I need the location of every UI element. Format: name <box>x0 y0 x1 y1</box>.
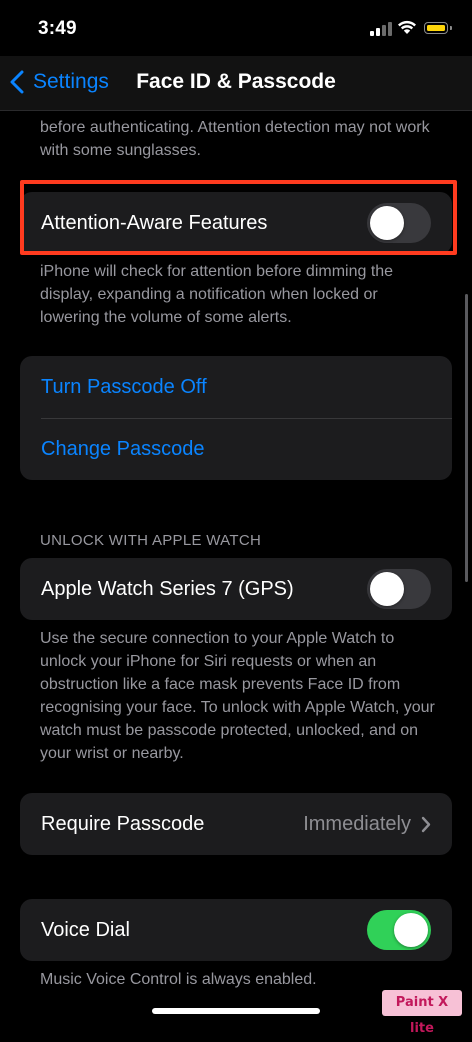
apple-watch-toggle[interactable] <box>367 569 431 609</box>
scrollbar[interactable] <box>465 294 468 582</box>
wifi-icon <box>398 20 416 34</box>
apple-watch-row: Apple Watch Series 7 (GPS) <box>20 558 452 620</box>
apple-watch-footnote: Use the secure connection to your Apple … <box>40 630 435 762</box>
battery-icon <box>424 22 452 34</box>
apple-watch-group: Apple Watch Series 7 (GPS) <box>20 558 452 620</box>
attention-aware-row: Attention-Aware Features <box>20 192 452 254</box>
attention-aware-label: Attention-Aware Features <box>41 211 268 234</box>
apple-watch-section-header: UNLOCK WITH APPLE WATCH <box>40 532 262 549</box>
passcode-group: Turn Passcode Off Change Passcode <box>20 356 452 480</box>
home-indicator[interactable] <box>152 1008 320 1014</box>
cellular-signal-icon <box>370 22 392 36</box>
voice-dial-group: Voice Dial <box>20 899 452 961</box>
require-passcode-value: Immediately <box>303 812 411 835</box>
attention-detection-footnote: before authenticating. Attention detecti… <box>40 119 430 159</box>
attention-aware-group: Attention-Aware Features <box>20 192 452 254</box>
change-passcode-row[interactable]: Change Passcode <box>20 418 452 480</box>
apple-watch-label: Apple Watch Series 7 (GPS) <box>41 577 294 600</box>
voice-dial-toggle[interactable] <box>367 910 431 950</box>
watermark-badge: Paint X lite <box>382 990 462 1036</box>
attention-aware-toggle[interactable] <box>367 203 431 243</box>
require-passcode-label: Require Passcode <box>41 812 205 835</box>
chevron-right-icon <box>421 816 431 832</box>
navigation-bar: Settings Face ID & Passcode <box>0 56 472 111</box>
attention-aware-footnote: iPhone will check for attention before d… <box>40 263 394 326</box>
status-bar: 3:49 <box>0 0 472 56</box>
change-passcode-button[interactable]: Change Passcode <box>41 438 431 461</box>
require-passcode-row[interactable]: Require Passcode Immediately <box>20 793 452 855</box>
status-time: 3:49 <box>38 18 77 39</box>
turn-passcode-off-button[interactable]: Turn Passcode Off <box>41 376 431 399</box>
require-passcode-group: Require Passcode Immediately <box>20 793 452 855</box>
voice-dial-footnote: Music Voice Control is always enabled. <box>40 971 317 988</box>
settings-content[interactable]: before authenticating. Attention detecti… <box>0 111 472 1024</box>
page-title-text: Face ID & Passcode <box>136 70 336 93</box>
turn-passcode-off-row[interactable]: Turn Passcode Off <box>20 356 452 418</box>
voice-dial-label: Voice Dial <box>41 918 130 941</box>
voice-dial-row: Voice Dial <box>20 899 452 961</box>
page-title: Face ID & Passcode <box>0 70 472 94</box>
